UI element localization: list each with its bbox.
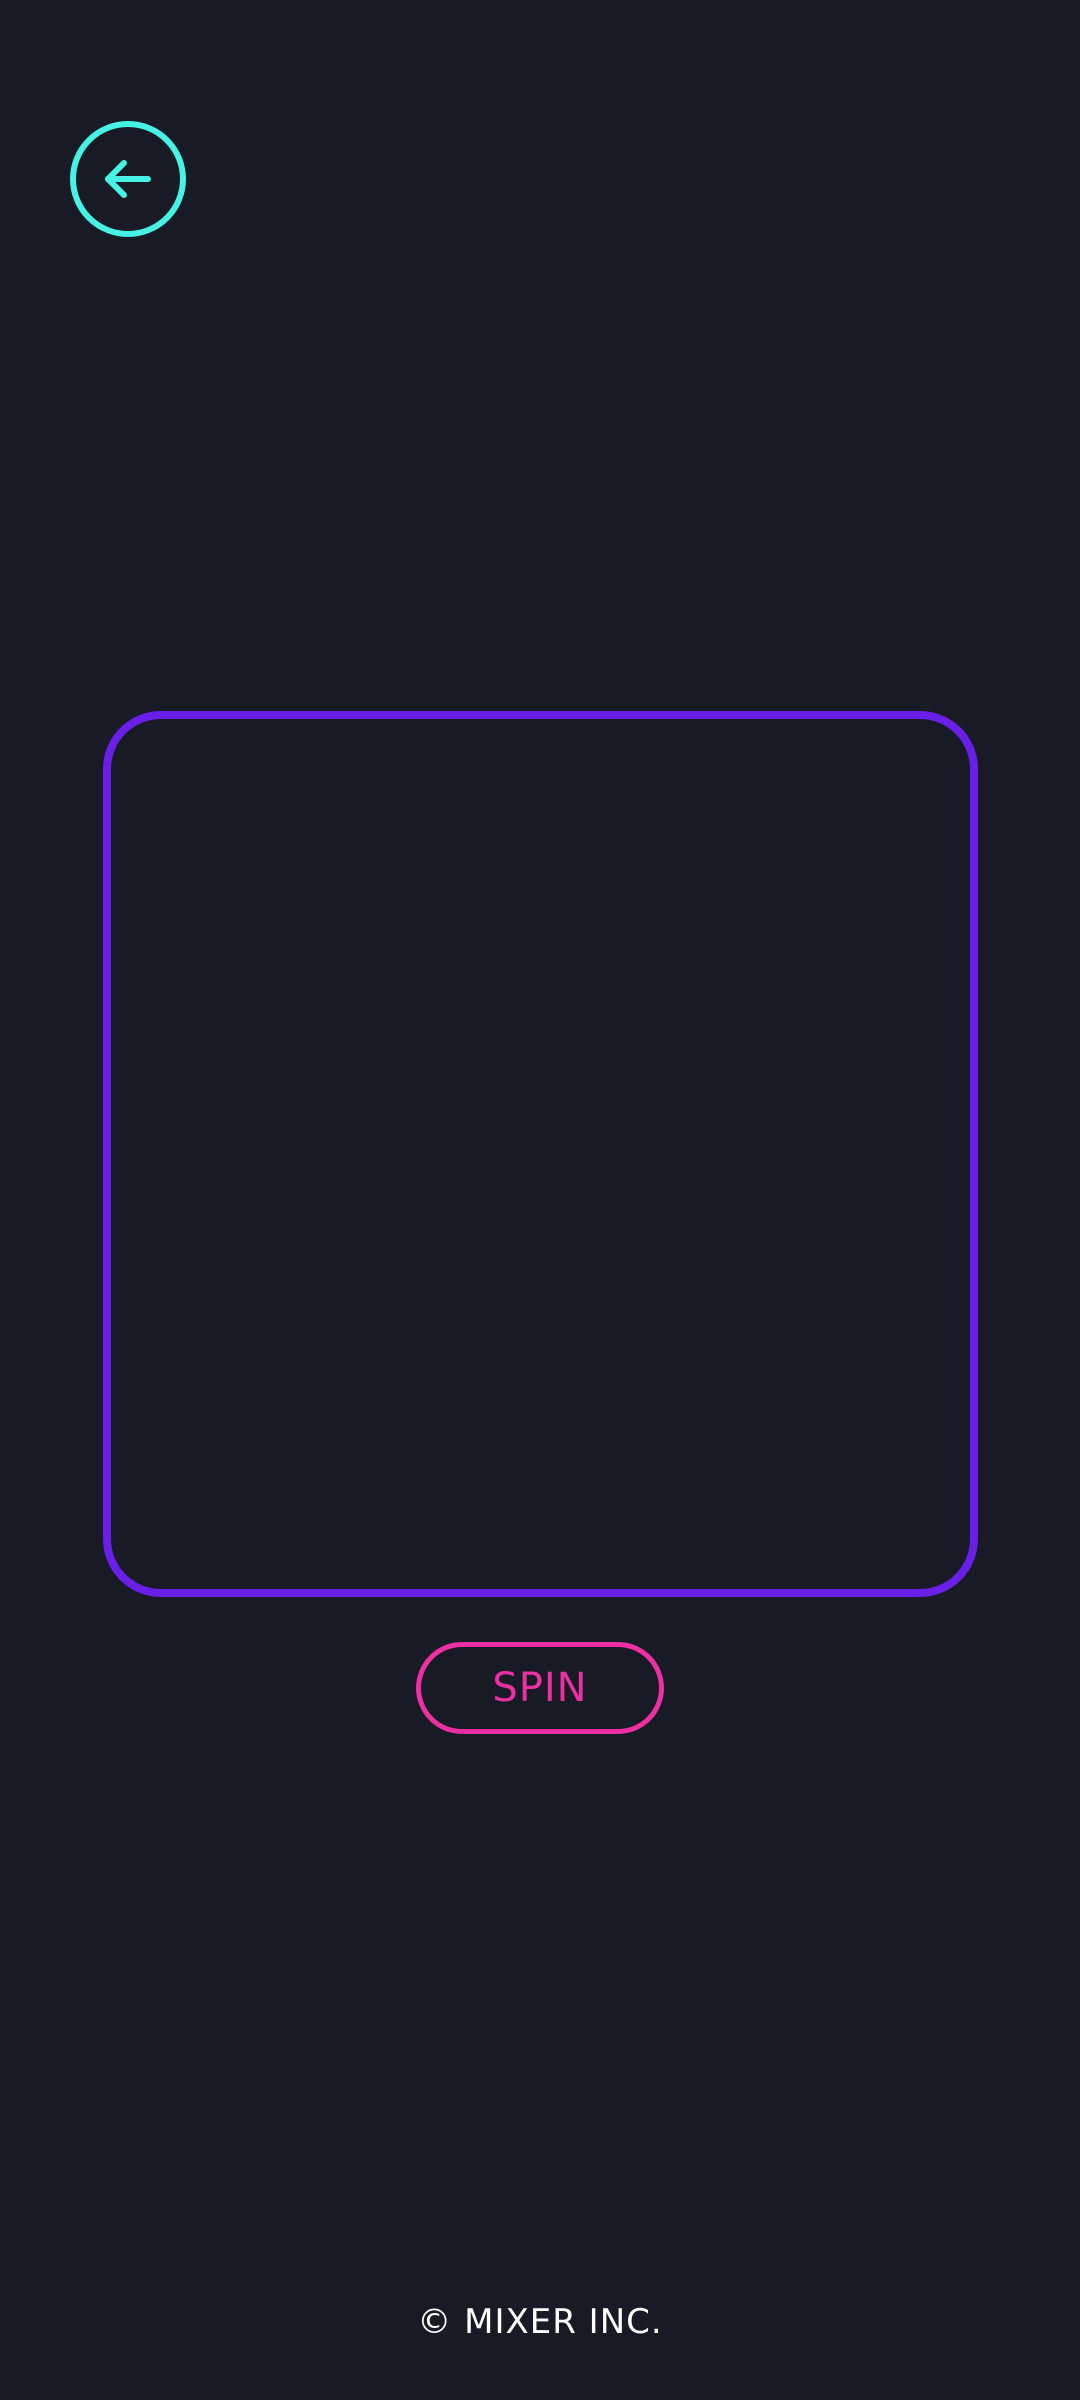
back-button[interactable] [70,121,186,237]
arrow-left-icon [105,160,151,198]
spin-button[interactable]: SPIN [416,1642,664,1734]
reel-frame [103,711,978,1597]
footer-copyright: © MIXER INC. [417,2302,663,2342]
